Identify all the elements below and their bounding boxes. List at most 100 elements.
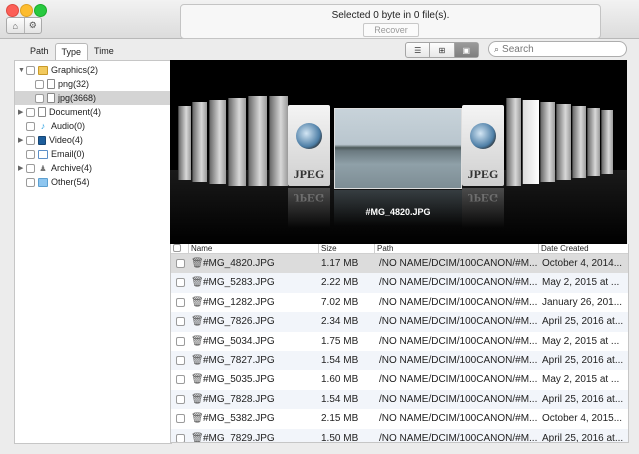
checkbox[interactable] xyxy=(35,79,44,89)
tree-item-label: Video(4) xyxy=(49,135,83,145)
coverflow-card[interactable] xyxy=(178,106,191,180)
table-row[interactable]: 🗑 #MG_7826.JPG 2.34 MB /NO NAME/DCIM/100… xyxy=(171,312,628,332)
coverflow-card[interactable] xyxy=(556,104,571,180)
file-size: 1.54 MB xyxy=(321,393,359,405)
file-size: 1.75 MB xyxy=(321,335,359,347)
window-titlebar: ⌂ ⚙ Selected 0 byte in 0 file(s). Recove… xyxy=(0,0,639,39)
checkbox[interactable] xyxy=(26,135,35,145)
disclosure-expanded-icon[interactable]: ▼ xyxy=(18,67,26,74)
coverflow-card[interactable] xyxy=(540,102,555,182)
coverflow-preview[interactable]: JPEG JPEG #MG_4820.JPG JPEG JPEG xyxy=(170,60,627,244)
jpeg-thumbnail[interactable]: JPEG xyxy=(462,105,504,186)
envelope-icon xyxy=(38,149,48,159)
film-icon xyxy=(38,135,46,145)
table-header: Name Size Path Date Created xyxy=(171,244,628,254)
tree-item-video[interactable]: ▶ Video(4) xyxy=(18,133,83,147)
row-checkbox[interactable] xyxy=(176,336,185,346)
coverflow-card[interactable] xyxy=(209,100,226,184)
row-checkbox[interactable] xyxy=(176,375,185,385)
checkbox[interactable] xyxy=(26,107,35,117)
tab-time[interactable]: Time xyxy=(88,43,120,59)
file-path: /NO NAME/DCIM/100CANON/#M... xyxy=(379,374,537,386)
coverflow-view-icon[interactable]: ▣ xyxy=(453,43,478,57)
table-row[interactable]: 🗑 #MG_4820.JPG 1.17 MB /NO NAME/DCIM/100… xyxy=(171,254,628,274)
file-name: #MG_5034.JPG xyxy=(203,335,275,347)
coverflow-card[interactable] xyxy=(572,106,586,178)
coverflow-card[interactable] xyxy=(248,96,267,186)
coverflow-card[interactable] xyxy=(228,98,246,186)
coverflow-card[interactable] xyxy=(506,98,521,186)
recover-button[interactable]: Recover xyxy=(363,23,419,37)
disclosure-collapsed-icon[interactable]: ▶ xyxy=(18,136,26,144)
home-icon[interactable]: ⌂ xyxy=(7,18,25,33)
table-row[interactable]: 🗑 #MG_5035.JPG 1.60 MB /NO NAME/DCIM/100… xyxy=(171,370,628,389)
column-header-date[interactable]: Date Created xyxy=(538,244,628,253)
checkbox[interactable] xyxy=(26,65,35,75)
tree-item-graphics[interactable]: ▼ Graphics(2) xyxy=(18,63,98,77)
table-row[interactable]: 🗑 #MG_5283.JPG 2.22 MB /NO NAME/DCIM/100… xyxy=(171,273,628,293)
file-path: /NO NAME/DCIM/100CANON/#M... xyxy=(379,258,537,269)
column-header-size[interactable]: Size xyxy=(318,244,377,253)
file-name: #MG_5382.JPG xyxy=(203,413,275,425)
coverflow-card[interactable] xyxy=(601,110,613,174)
zoom-window-button[interactable] xyxy=(34,4,47,17)
row-checkbox[interactable] xyxy=(176,297,185,307)
tree-item-label: Document(4) xyxy=(49,107,102,117)
search-input[interactable] xyxy=(502,43,613,55)
table-row[interactable]: 🗑 #MG_1282.JPG 7.02 MB /NO NAME/DCIM/100… xyxy=(171,293,628,312)
document-icon xyxy=(38,107,46,117)
minimize-window-button[interactable] xyxy=(20,4,33,17)
column-header-name[interactable]: Name xyxy=(188,244,321,253)
file-size: 1.17 MB xyxy=(321,258,359,269)
checkbox[interactable] xyxy=(26,149,35,159)
file-date: April 25, 2016 at... xyxy=(542,393,624,405)
tree-item-archive[interactable]: ▶ ♟ Archive(4) xyxy=(18,161,92,175)
row-checkbox[interactable] xyxy=(176,394,185,404)
tree-item-jpg[interactable]: jpg(3668) xyxy=(15,91,171,105)
tree-item-label: Graphics(2) xyxy=(51,65,99,75)
tree-item-email[interactable]: Email(0) xyxy=(26,147,85,161)
gear-icon[interactable]: ⚙ xyxy=(25,18,42,33)
tree-item-audio[interactable]: ♪ Audio(0) xyxy=(26,119,85,133)
grid-view-icon[interactable]: ⊞ xyxy=(429,43,453,57)
coverflow-card[interactable] xyxy=(269,96,288,186)
coverflow-card[interactable] xyxy=(587,108,600,176)
disclosure-collapsed-icon[interactable]: ▶ xyxy=(18,164,26,172)
disclosure-collapsed-icon[interactable]: ▶ xyxy=(18,108,26,116)
table-row[interactable]: 🗑 #MG_7828.JPG 1.54 MB /NO NAME/DCIM/100… xyxy=(171,389,628,410)
row-checkbox[interactable] xyxy=(176,414,185,424)
tree-item-other[interactable]: Other(54) xyxy=(26,175,90,189)
coverflow-card[interactable] xyxy=(522,100,539,184)
row-checkbox[interactable] xyxy=(176,278,185,288)
checkbox[interactable] xyxy=(35,93,44,103)
jpeg-label-mirror: JPEG xyxy=(467,191,499,205)
tab-path[interactable]: Path xyxy=(24,43,55,59)
table-row[interactable]: 🗑 #MG_5382.JPG 2.15 MB /NO NAME/DCIM/100… xyxy=(171,409,628,428)
row-checkbox[interactable] xyxy=(176,259,185,268)
tree-item-label: Audio(0) xyxy=(51,121,86,131)
checkbox[interactable] xyxy=(26,121,35,131)
table-row[interactable]: 🗑 #MG_7827.JPG 1.54 MB /NO NAME/DCIM/100… xyxy=(171,350,628,371)
list-view-icon[interactable]: ☰ xyxy=(406,43,429,57)
tree-item-document[interactable]: ▶ Document(4) xyxy=(18,105,101,119)
jpeg-thumbnail[interactable]: JPEG xyxy=(288,105,330,186)
checkbox[interactable] xyxy=(26,177,35,187)
tab-type[interactable]: Type xyxy=(54,43,89,60)
search-icon: ⌕ xyxy=(494,43,500,54)
row-checkbox[interactable] xyxy=(176,433,185,442)
row-checkbox[interactable] xyxy=(176,317,185,327)
deleted-trash-icon: 🗑 xyxy=(191,316,204,328)
coverflow-card[interactable] xyxy=(192,102,207,182)
file-size: 2.34 MB xyxy=(321,316,359,328)
table-row[interactable]: 🗑 #MG_7829.JPG 1.50 MB /NO NAME/DCIM/100… xyxy=(171,428,628,442)
close-window-button[interactable] xyxy=(6,4,19,17)
selected-photo-preview[interactable] xyxy=(334,108,462,189)
checkbox[interactable] xyxy=(26,163,35,173)
select-all-checkbox[interactable] xyxy=(173,244,181,252)
type-tree-sidebar: ▼ Graphics(2) png(32) jpg(3668) ▶ Docume… xyxy=(14,60,172,444)
tree-item-png[interactable]: png(32) xyxy=(35,77,89,91)
column-header-path[interactable]: Path xyxy=(374,244,541,253)
row-checkbox[interactable] xyxy=(176,355,185,365)
table-row[interactable]: 🗑 #MG_5034.JPG 1.75 MB /NO NAME/DCIM/100… xyxy=(171,332,628,351)
folder-icon xyxy=(38,177,48,187)
